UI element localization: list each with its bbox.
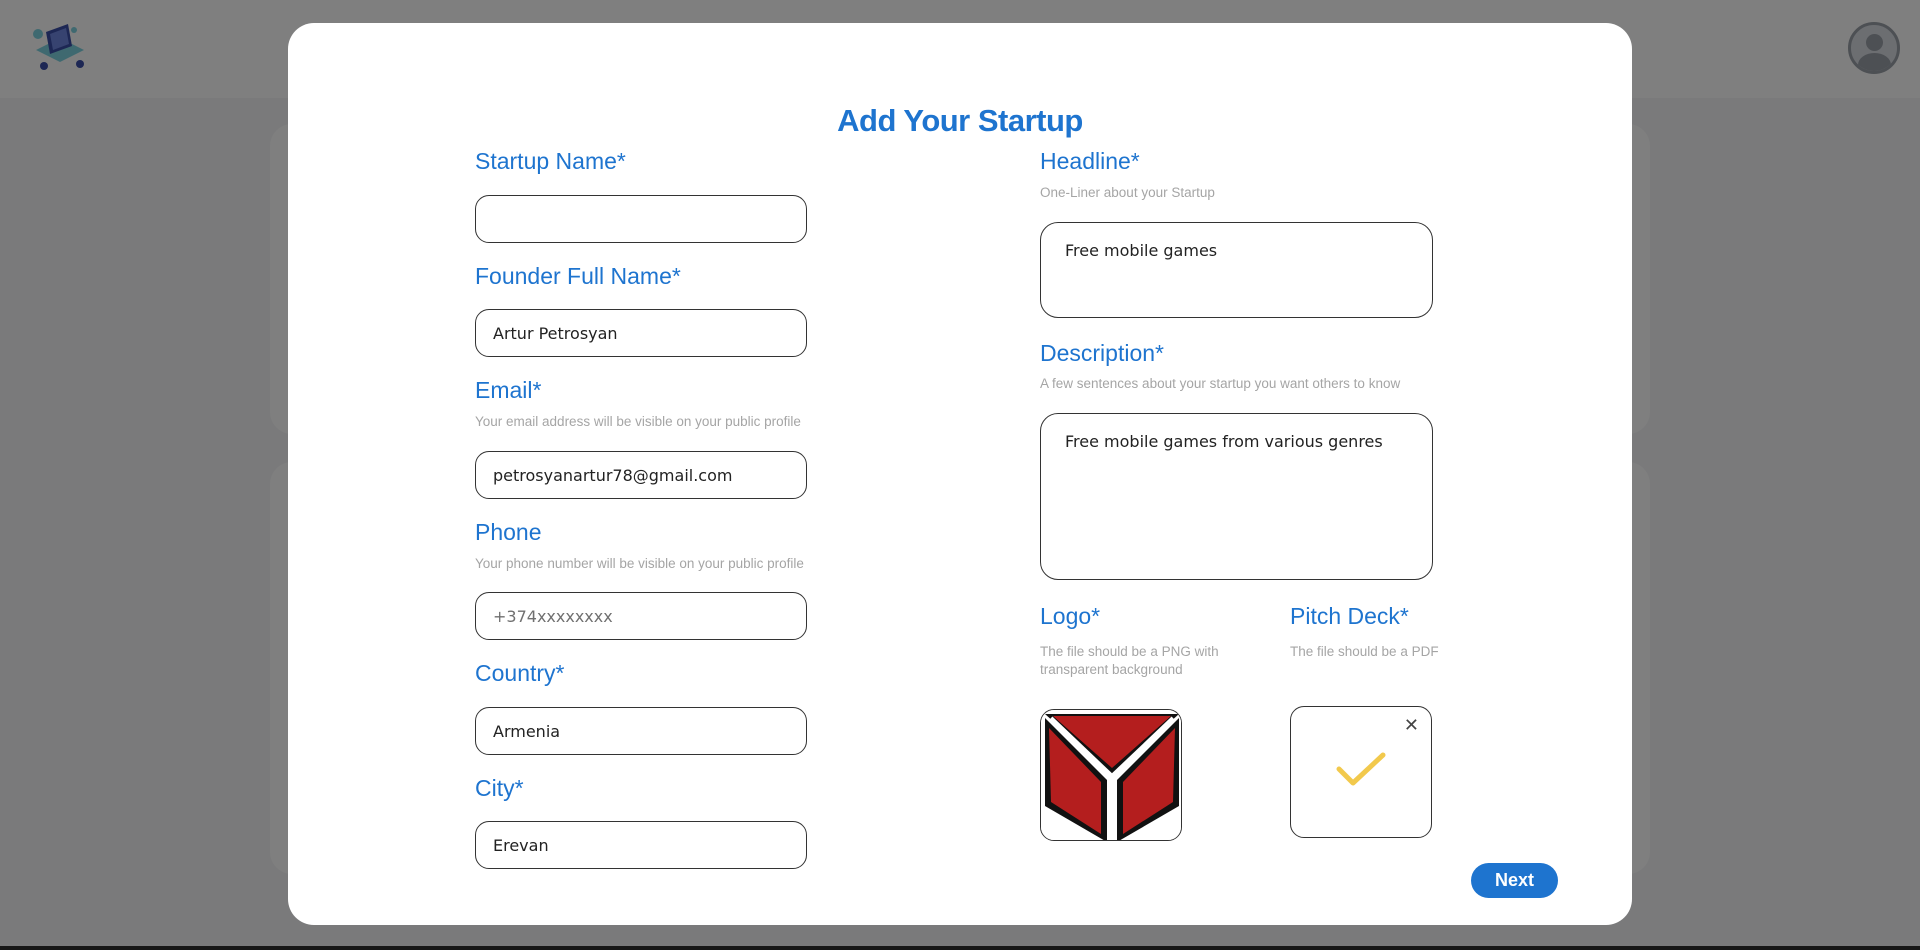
country-label: Country* (475, 660, 565, 686)
phone-label: Phone (475, 519, 542, 545)
logo-label: Logo* (1040, 603, 1101, 629)
description-label: Description* (1040, 340, 1164, 366)
email-label: Email* (475, 377, 542, 403)
startup-name-input[interactable] (475, 195, 807, 243)
email-hint: Your email address will be visible on yo… (475, 414, 801, 429)
city-label: City* (475, 775, 524, 801)
founder-name-input[interactable] (475, 309, 807, 357)
headline-textarea[interactable]: Free mobile games (1040, 222, 1433, 318)
country-input[interactable] (475, 707, 807, 755)
headline-hint: One-Liner about your Startup (1040, 185, 1215, 200)
pitch-deck-label: Pitch Deck* (1290, 603, 1409, 629)
close-icon[interactable]: ✕ (1404, 715, 1419, 736)
logo-upload[interactable] (1040, 709, 1182, 841)
startup-name-label: Startup Name* (475, 148, 626, 174)
checkmark-icon (1336, 752, 1386, 786)
pitch-deck-upload[interactable]: ✕ (1290, 706, 1432, 838)
email-input[interactable] (475, 451, 807, 499)
pitch-deck-hint: The file should be a PDF (1290, 644, 1439, 659)
modal-title: Add Your Startup (837, 103, 1083, 138)
city-input[interactable] (475, 821, 807, 869)
logo-hint: The file should be a PNG with transparen… (1040, 644, 1219, 677)
next-button[interactable]: Next (1471, 863, 1558, 898)
phone-input[interactable] (475, 592, 807, 640)
headline-label: Headline* (1040, 148, 1140, 174)
description-hint: A few sentences about your startup you w… (1040, 376, 1401, 391)
founder-name-label: Founder Full Name* (475, 263, 681, 289)
description-textarea[interactable]: Free mobile games from various genres (1040, 413, 1433, 580)
shield-logo-icon (1041, 710, 1181, 840)
add-startup-modal: Add Your Startup Startup Name* Founder F… (288, 23, 1632, 925)
phone-hint: Your phone number will be visible on you… (475, 556, 804, 571)
